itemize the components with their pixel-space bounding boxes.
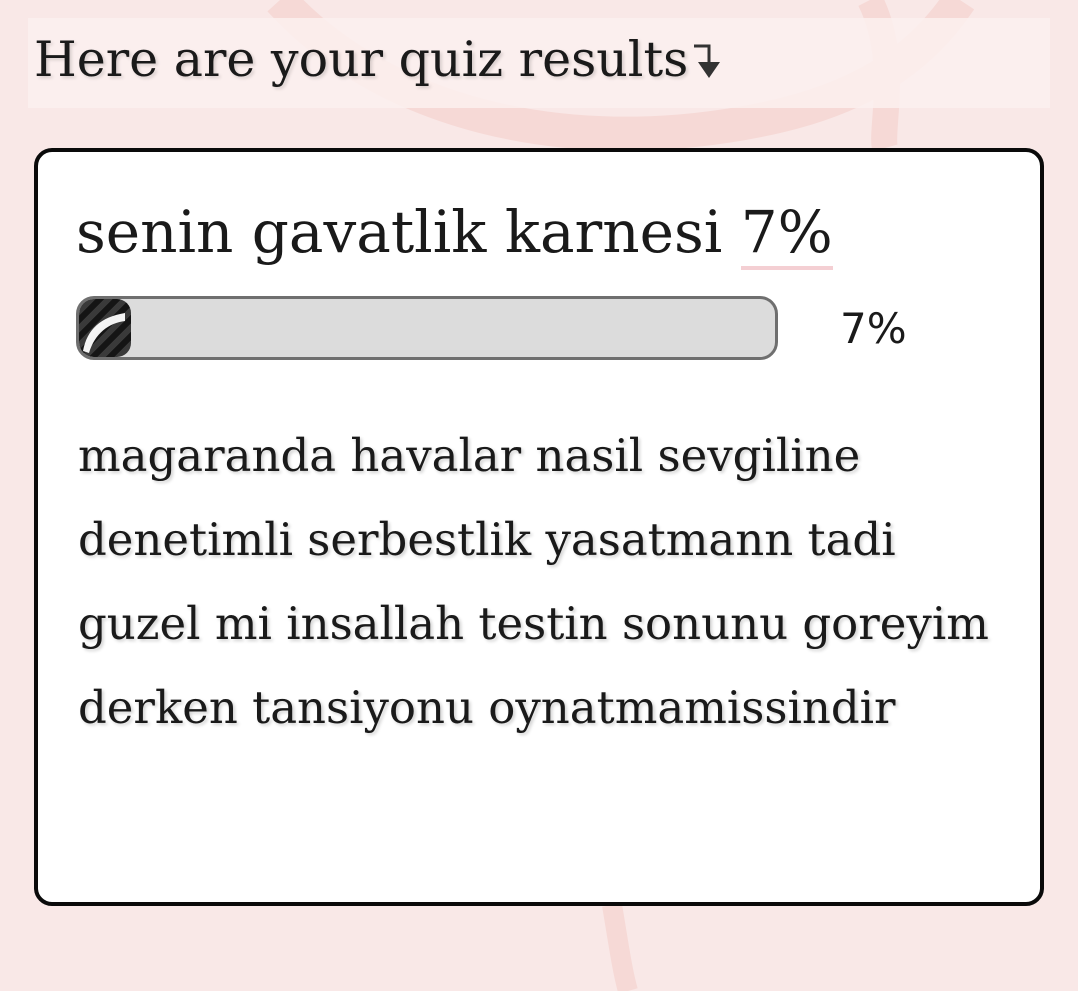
result-description: magaranda havalar nasil sevgiline deneti… — [78, 429, 989, 734]
result-score: 7% — [740, 198, 833, 270]
results-header: Here are your quiz results — [28, 18, 1050, 108]
result-progress-fill — [79, 299, 131, 357]
result-title-text: senin gavatlik karnesi — [76, 198, 723, 266]
page-title: Here are your quiz results — [34, 30, 722, 90]
result-card: senin gavatlik karnesi 7% 7% magaranda h… — [34, 148, 1044, 906]
page-title-text: Here are your quiz results — [34, 31, 689, 88]
progress-percentage: 7% — [840, 304, 907, 353]
arrow-down-right-icon — [692, 30, 722, 80]
progress-gloss-icon — [83, 313, 125, 353]
result-progress-bar — [76, 296, 778, 360]
result-title: senin gavatlik karnesi 7% — [76, 198, 833, 270]
